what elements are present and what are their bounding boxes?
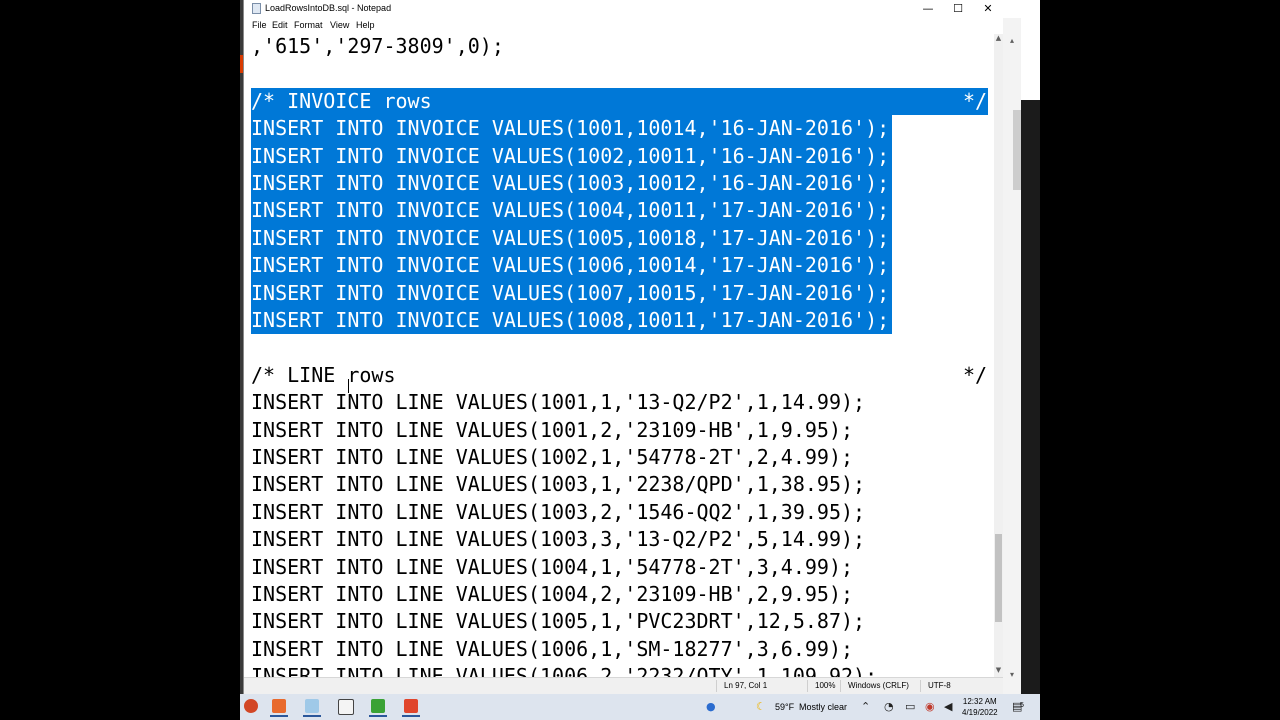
status-position: Ln 97, Col 1 <box>724 681 768 690</box>
taskbar-app-red[interactable] <box>400 697 422 717</box>
taskbar-app-orange[interactable] <box>268 697 290 717</box>
code-line: /* INVOICE rows <box>251 88 432 113</box>
close-button[interactable]: ✕ <box>973 0 1003 18</box>
background-panel-light <box>1021 18 1040 100</box>
weather-icon[interactable]: ☾ <box>756 700 766 714</box>
background-window: ▴ ▾ <box>1001 0 1040 694</box>
status-divider <box>840 680 841 692</box>
security-icon[interactable]: ◉ <box>925 700 935 714</box>
menu-file[interactable]: File <box>252 20 267 30</box>
code-line: INSERT INTO LINE VALUES(1004,1,'54778-2T… <box>251 554 854 579</box>
clock-date: 4/19/2022 <box>962 708 998 717</box>
background-scroll-down-icon: ▾ <box>1010 670 1015 679</box>
taskbar-powerpoint[interactable] <box>240 697 262 717</box>
clock[interactable]: 12:32 AM 4/19/2022 <box>962 696 998 718</box>
code-line: INSERT INTO LINE VALUES(1004,2,'23109-HB… <box>251 582 854 606</box>
comment-close: */ <box>963 362 988 387</box>
help-icon[interactable]: ● <box>706 700 716 714</box>
title-bar[interactable]: LoadRowsIntoDB.sql - Notepad — ☐ ✕ <box>244 0 1003 18</box>
menu-edit[interactable]: Edit <box>272 20 288 30</box>
code-line: INSERT INTO LINE VALUES(1003,3,'13-Q2/P2… <box>251 527 866 552</box>
code-line: INSERT INTO INVOICE VALUES(1005,10018,'1… <box>251 225 890 250</box>
notepad-window: LoadRowsIntoDB.sql - Notepad — ☐ ✕ File … <box>243 0 1003 694</box>
code-line: /* LINE rows <box>251 362 396 387</box>
taskbar-app-window[interactable] <box>334 697 356 717</box>
status-encoding: UTF-8 <box>928 681 951 690</box>
powerpoint-icon <box>244 699 258 713</box>
text-editor[interactable]: ,'615','297-3809',0); /* INVOICE rows */ IN… <box>244 34 994 677</box>
maximize-button[interactable]: ☐ <box>943 0 973 18</box>
code-line: INSERT INTO LINE VALUES(1005,1,'PVC23DRT… <box>251 609 866 634</box>
scroll-thumb[interactable] <box>995 534 1002 622</box>
scroll-up-icon[interactable]: ▲ <box>994 34 1003 42</box>
notepad-icon <box>252 3 261 14</box>
minimize-button[interactable]: — <box>913 0 943 18</box>
status-divider <box>920 680 921 692</box>
code-line: INSERT INTO INVOICE VALUES(1008,10011,'1… <box>251 308 890 332</box>
status-divider <box>807 680 808 692</box>
app-red-icon <box>404 699 418 713</box>
text-cursor <box>348 379 349 393</box>
code-line: INSERT INTO LINE VALUES(1003,1,'2238/QPD… <box>251 472 866 497</box>
app-icon <box>272 699 286 713</box>
menu-help[interactable]: Help <box>356 20 375 30</box>
code-line: INSERT INTO INVOICE VALUES(1007,10015,'1… <box>251 280 890 305</box>
weather-description[interactable]: Mostly clear <box>799 694 847 720</box>
speaker-icon[interactable]: ◀ <box>944 700 952 714</box>
menu-view[interactable]: View <box>330 20 349 30</box>
status-divider <box>716 680 717 692</box>
code-line: INSERT INTO LINE VALUES(1006,2,'2232/QTY… <box>251 664 878 677</box>
code-line: INSERT INTO LINE VALUES(1001,2,'23109-HB… <box>251 417 854 442</box>
background-titlebar <box>1001 0 1040 18</box>
volume-icon[interactable]: ▭ <box>905 700 915 714</box>
menu-format[interactable]: Format <box>294 20 323 30</box>
code-line: INSERT INTO INVOICE VALUES(1001,10014,'1… <box>251 116 890 141</box>
taskbar-app-green[interactable] <box>367 697 389 717</box>
app-green-icon <box>371 699 385 713</box>
code-line: INSERT INTO LINE VALUES(1001,1,'13-Q2/P2… <box>251 390 866 415</box>
scroll-down-icon[interactable]: ▼ <box>994 666 1003 674</box>
clock-time: 12:32 AM <box>962 697 997 706</box>
status-bar: Ln 97, Col 1 100% Windows (CRLF) UTF-8 <box>244 677 1003 694</box>
comment-close: */ <box>963 88 988 113</box>
code-line: INSERT INTO INVOICE VALUES(1006,10014,'1… <box>251 253 890 278</box>
code-line: INSERT INTO LINE VALUES(1003,2,'1546-QQ2… <box>251 499 866 524</box>
code-line: INSERT INTO LINE VALUES(1006,1,'SM-18277… <box>251 636 854 661</box>
background-panel-dark <box>1021 100 1040 694</box>
status-zoom: 100% <box>815 681 836 690</box>
code-line: INSERT INTO INVOICE VALUES(1004,10011,'1… <box>251 198 890 223</box>
code-line: INSERT INTO INVOICE VALUES(1002,10011,'1… <box>251 143 890 168</box>
code-line: ,'615','297-3809',0); <box>251 34 504 58</box>
notepad-icon <box>305 699 319 713</box>
window-icon <box>338 699 354 715</box>
weather-temp[interactable]: 59°F <box>775 694 794 720</box>
chevron-up-icon[interactable]: ⌃ <box>861 700 870 714</box>
taskbar: ● ☾ 59°F Mostly clear ⌃ ◔ ▭ ◉ ◀ 12:32 AM… <box>240 694 1040 720</box>
code-line: INSERT INTO INVOICE VALUES(1003,10012,'1… <box>251 171 890 195</box>
code-line: INSERT INTO LINE VALUES(1002,1,'54778-2T… <box>251 445 854 469</box>
vertical-scrollbar[interactable]: ▲ ▼ <box>994 34 1003 677</box>
status-line-ending: Windows (CRLF) <box>848 681 909 690</box>
notification-count: 5 <box>1020 702 1024 709</box>
background-scroll-up-icon: ▴ <box>1010 36 1015 45</box>
network-icon[interactable]: ◔ <box>884 700 894 714</box>
background-scroll-thumb <box>1013 110 1021 190</box>
menu-bar: File Edit Format View Help <box>244 18 1003 34</box>
window-title: LoadRowsIntoDB.sql - Notepad <box>265 3 392 13</box>
taskbar-notepad[interactable] <box>301 697 323 717</box>
